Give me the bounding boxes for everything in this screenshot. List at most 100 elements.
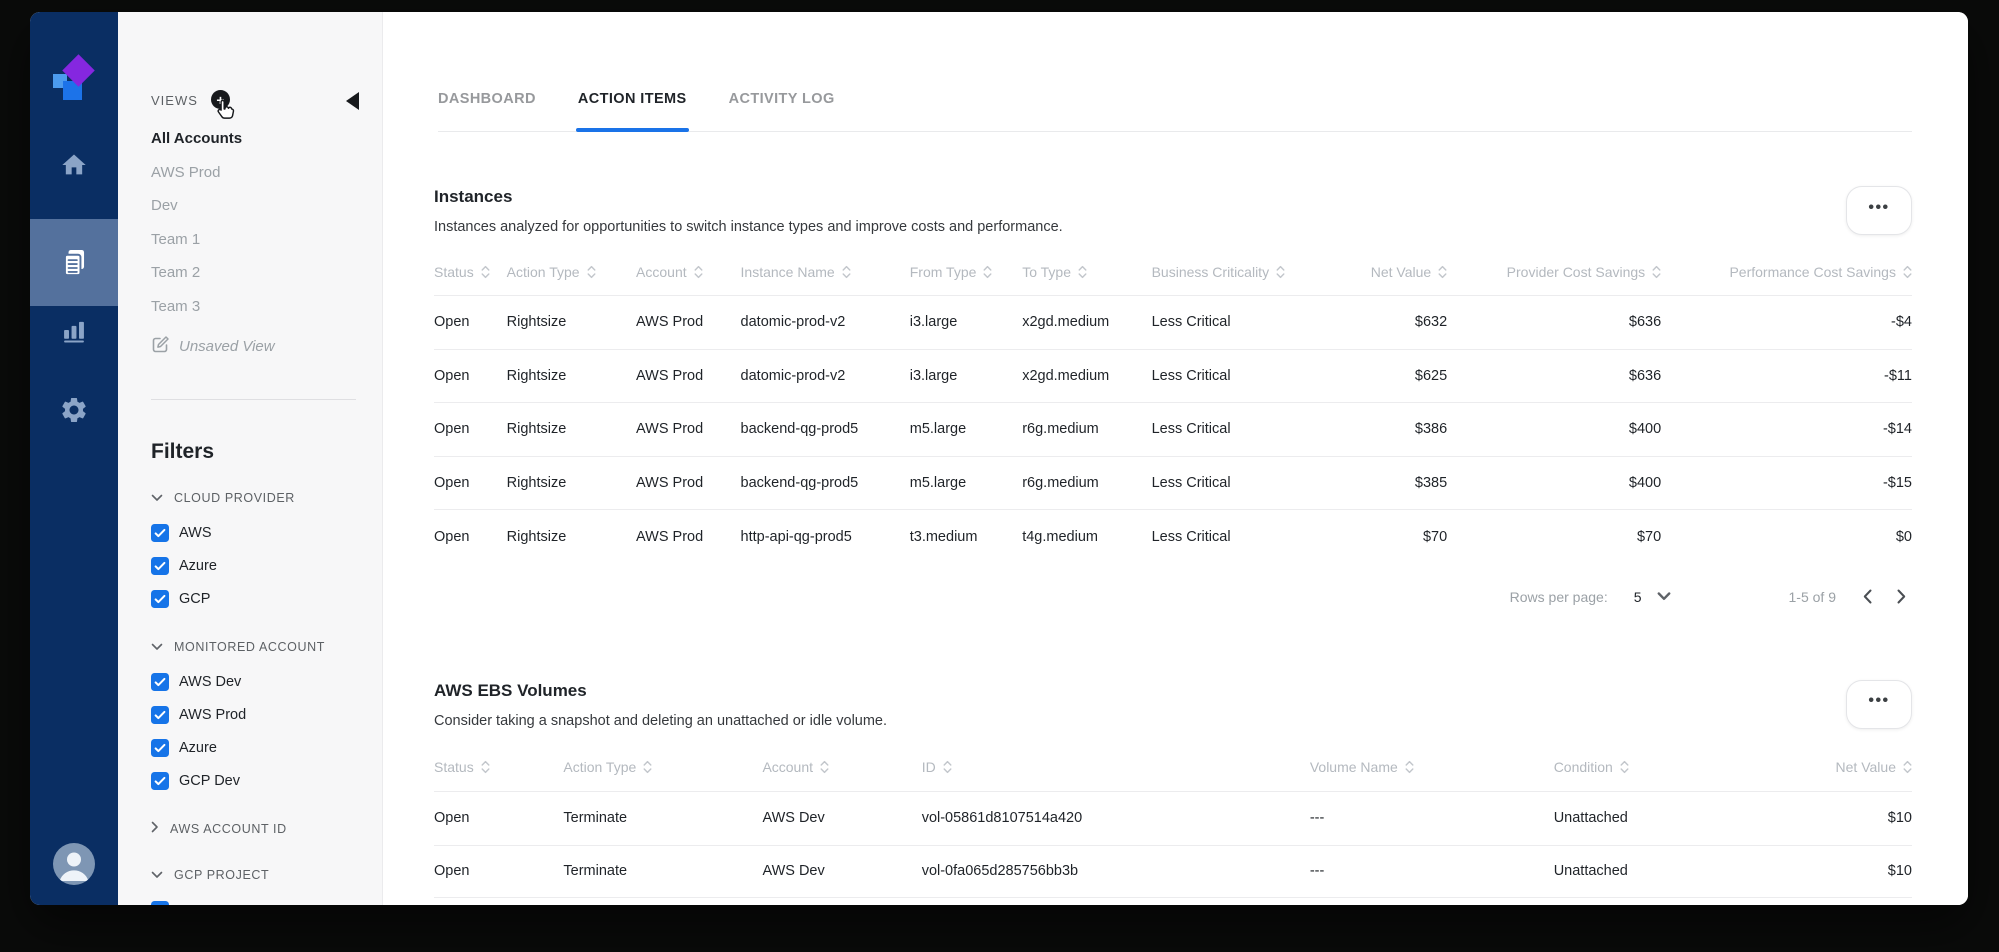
cell-to-type: x2gd.medium: [1022, 314, 1110, 331]
filter-group-label: CLOUD PROVIDER: [174, 491, 295, 505]
column-header-performance-cost-savings[interactable]: Performance Cost Savings: [1661, 264, 1912, 280]
column-header-status[interactable]: Status: [434, 264, 507, 280]
checkbox-icon[interactable]: [151, 589, 169, 608]
rows-per-page-value[interactable]: 5: [1634, 589, 1642, 605]
filter-checkbox-aws[interactable]: AWS: [151, 516, 362, 549]
column-header-label: Instance Name: [740, 264, 835, 280]
column-header-provider-cost-savings[interactable]: Provider Cost Savings: [1447, 264, 1661, 280]
filter-group-header-aws-account-id[interactable]: AWS ACCOUNT ID: [151, 819, 362, 839]
unsaved-view[interactable]: Unsaved View: [151, 330, 362, 363]
cell-to-type: t4g.medium: [1022, 528, 1098, 545]
filter-group-label: GCP PROJECT: [174, 868, 270, 882]
cell-account: AWS Prod: [636, 314, 704, 331]
checkbox-icon[interactable]: [151, 738, 169, 757]
checkbox-icon[interactable]: [151, 705, 169, 724]
column-header-net-value[interactable]: Net Value: [1333, 264, 1447, 280]
table-row[interactable]: Open Rightsize AWS Prod backend-qg-prod5 m5.…: [434, 402, 1912, 456]
column-header-condition[interactable]: Condition: [1554, 759, 1758, 775]
view-item-aws-prod[interactable]: AWS Prod: [151, 156, 362, 190]
ellipsis-icon[interactable]: •••: [1846, 186, 1912, 235]
cell-status: Open: [434, 475, 470, 492]
add-view-button[interactable]: +: [210, 90, 230, 109]
filter-checkbox-clipped[interactable]: [151, 893, 362, 905]
filter-items: [151, 893, 362, 905]
filter-checkbox-azure[interactable]: Azure: [151, 549, 362, 582]
filter-checkbox-aws-prod[interactable]: AWS Prod: [151, 698, 362, 731]
column-header-account[interactable]: Account: [762, 759, 921, 775]
column-header-volume-name[interactable]: Volume Name: [1310, 759, 1554, 775]
sort-icon: [1438, 265, 1447, 279]
filter-checkbox-gcp-dev[interactable]: GCP Dev: [151, 764, 362, 797]
sort-icon: [1903, 265, 1912, 279]
cell-instance-name: datomic-prod-v2: [740, 367, 846, 384]
instances-subtitle: Instances analyzed for opportunities to …: [434, 219, 1063, 235]
chevron-right-icon[interactable]: [1890, 586, 1912, 608]
column-header-from-type[interactable]: From Type: [910, 264, 1022, 280]
collapse-left-icon[interactable]: [346, 92, 359, 110]
cell-net-value: $632: [1414, 314, 1448, 331]
column-header-id[interactable]: ID: [922, 759, 1310, 775]
view-item-team-2[interactable]: Team 2: [151, 256, 362, 290]
sort-icon: [481, 265, 490, 279]
view-item-dev[interactable]: Dev: [151, 189, 362, 223]
action-items-nav-selected[interactable]: [30, 219, 118, 306]
filter-group-header-monitored-account[interactable]: MONITORED ACCOUNT: [151, 637, 362, 657]
column-header-label: Status: [434, 758, 474, 775]
cell-action-type: Rightsize: [506, 475, 567, 492]
checkbox-icon[interactable]: [151, 556, 169, 575]
table-row[interactable]: Open Terminate AWS Dev vol-0fa065d285756bb3…: [434, 844, 1912, 899]
home-icon[interactable]: [30, 150, 118, 180]
column-header-instance-name[interactable]: Instance Name: [741, 264, 910, 280]
ebs-section-header: AWS EBS Volumes Consider taking a snapsh…: [434, 679, 1912, 731]
column-header-label: Account: [762, 758, 814, 775]
column-header-label: Provider Cost Savings: [1506, 264, 1646, 280]
column-header-label: Status: [434, 264, 474, 280]
cell-status: Open: [434, 367, 470, 384]
cell-action-type: Rightsize: [506, 421, 567, 438]
cell-business-criticality: Less Critical: [1151, 314, 1231, 331]
view-item-all-accounts[interactable]: All Accounts: [151, 122, 362, 156]
cell-from-type: i3.large: [909, 314, 958, 331]
filter-group-header-gcp-project[interactable]: GCP PROJECT: [151, 865, 362, 885]
checkbox-label: Azure: [179, 557, 217, 574]
view-item-team-1[interactable]: Team 1: [151, 223, 362, 257]
cell-performance-cost-savings: -$4: [1891, 314, 1912, 331]
chevron-down-icon[interactable]: [1657, 592, 1671, 601]
column-header-status[interactable]: Status: [434, 759, 563, 775]
column-header-account[interactable]: Account: [636, 264, 741, 280]
table-row[interactable]: Open Rightsize AWS Prod http-api-qg-prod5 t3…: [434, 509, 1912, 563]
avatar-icon[interactable]: [53, 843, 95, 885]
table-row[interactable]: Open Rightsize AWS Prod datomic-prod-v2 i3.l…: [434, 295, 1912, 349]
gear-icon[interactable]: [30, 395, 118, 425]
ellipsis-icon[interactable]: •••: [1846, 679, 1912, 729]
tab-dashboard[interactable]: DASHBOARD: [438, 90, 536, 109]
column-header-business-criticality[interactable]: Business Criticality: [1152, 264, 1333, 280]
filter-group-header-cloud-provider[interactable]: CLOUD PROVIDER: [151, 488, 362, 508]
tab-action-items[interactable]: ACTION ITEMS: [575, 90, 689, 132]
column-header-label: Account: [636, 264, 687, 280]
column-header-action-type[interactable]: Action Type: [507, 264, 636, 280]
app-logo-icon[interactable]: [51, 54, 97, 102]
table-row[interactable]: Open Terminate AWS Dev vol-05861d8107514a42…: [434, 790, 1912, 845]
table-row[interactable]: Open Rightsize AWS Prod datomic-prod-v2 i3.l…: [434, 348, 1912, 403]
checkbox-icon[interactable]: [151, 672, 169, 691]
view-item-team-3[interactable]: Team 3: [151, 290, 362, 324]
filter-checkbox-gcp[interactable]: GCP: [151, 582, 362, 615]
column-header-net-value[interactable]: Net Value: [1758, 759, 1912, 775]
bar-chart-icon[interactable]: [30, 315, 118, 345]
icon-rail: [30, 12, 118, 905]
unsaved-view-label: Unsaved View: [179, 338, 275, 355]
sort-icon: [1903, 760, 1912, 774]
checkbox-icon[interactable]: [151, 771, 169, 790]
table-row[interactable]: Open Rightsize AWS Prod backend-qg-prod5 m5.…: [434, 455, 1912, 510]
filter-checkbox-aws-dev[interactable]: AWS Dev: [151, 665, 362, 698]
sort-icon: [1405, 760, 1414, 774]
tab-activity-log[interactable]: ACTIVITY LOG: [729, 90, 835, 109]
cell-status: Open: [434, 314, 470, 331]
checkbox-icon[interactable]: [151, 900, 169, 905]
filter-checkbox-azure[interactable]: Azure: [151, 731, 362, 764]
column-header-to-type[interactable]: To Type: [1022, 264, 1151, 280]
column-header-action-type[interactable]: Action Type: [563, 759, 762, 775]
checkbox-icon[interactable]: [151, 523, 169, 542]
chevron-left-icon[interactable]: [1856, 586, 1878, 608]
